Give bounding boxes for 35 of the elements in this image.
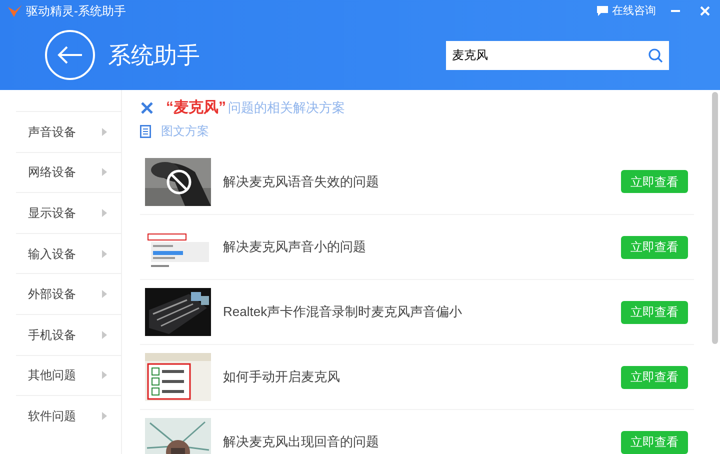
result-title: 解决麦克风语音失效的问题 — [223, 172, 380, 191]
sidebar-item[interactable]: 声音设备 — [16, 111, 121, 152]
result-title: 解决麦克风声音小的问题 — [223, 238, 367, 256]
sidebar-item[interactable]: 网络设备 — [16, 152, 121, 192]
sidebar-item[interactable]: 手机设备 — [16, 314, 121, 355]
sidebar-item[interactable]: 外部设备 — [16, 273, 121, 314]
scrollbar[interactable] — [712, 92, 718, 344]
app-logo-icon — [8, 5, 22, 17]
chat-icon — [596, 5, 609, 17]
caret-icon — [102, 208, 107, 217]
caret-icon — [102, 330, 107, 339]
caret-icon — [102, 168, 107, 176]
caret-icon — [102, 250, 107, 258]
document-icon — [140, 124, 151, 138]
result-title: Realtek声卡作混音录制时麦克风声音偏小 — [223, 303, 464, 322]
section-label: 图文方案 — [161, 123, 209, 140]
close-button[interactable] — [698, 4, 712, 18]
search-field[interactable]: 麦克风 — [446, 40, 669, 70]
result-title: 如何手动开启麦克风 — [223, 368, 341, 386]
caret-icon — [102, 412, 107, 420]
sidebar-item[interactable]: 输入设备 — [16, 232, 121, 274]
results-heading: 问题的相关解决方案 — [228, 99, 345, 118]
search-keyword: “麦克风” — [166, 98, 226, 118]
result-title: 解决麦克风出现回音的问题 — [223, 433, 380, 452]
search-icon[interactable] — [648, 48, 663, 62]
page-title: 系统助手 — [108, 40, 200, 70]
caret-icon — [102, 128, 107, 136]
window-title: 驱动精灵-系统助手 — [26, 3, 126, 20]
caret-icon — [102, 290, 107, 298]
back-arrow-icon — [56, 45, 84, 65]
sidebar-item[interactable]: 显示设备 — [16, 192, 121, 233]
sidebar-item[interactable]: 软件问题 — [16, 395, 121, 436]
sidebar-item[interactable]: 其他问题 — [16, 354, 121, 396]
caret-icon — [102, 371, 107, 380]
back-button[interactable] — [45, 30, 95, 80]
